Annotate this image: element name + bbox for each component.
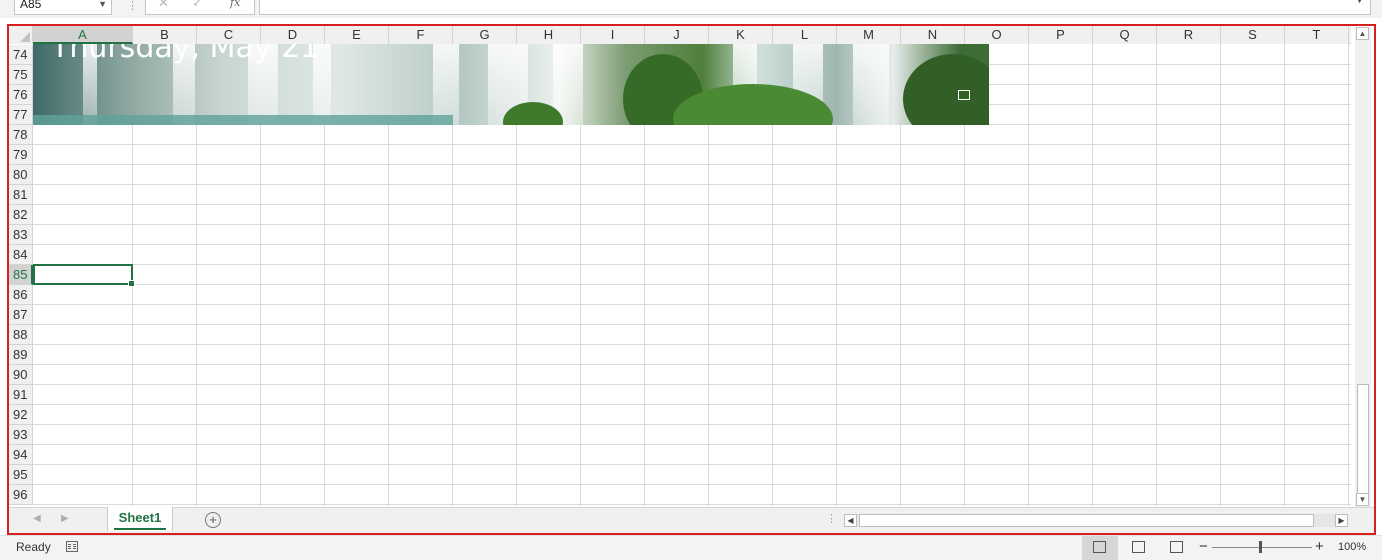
row-header-76[interactable]: 76	[9, 85, 33, 105]
status-ready: Ready	[16, 540, 51, 554]
normal-view-button[interactable]	[1082, 536, 1118, 560]
column-header-o[interactable]: O	[965, 26, 1029, 44]
column-header-p[interactable]: P	[1029, 26, 1093, 44]
zoom-slider[interactable]	[1212, 547, 1312, 548]
row-header-75[interactable]: 75	[9, 65, 33, 85]
normal-view-icon	[1093, 541, 1106, 553]
row-header-91[interactable]: 91	[9, 385, 33, 405]
row-header-78[interactable]: 78	[9, 125, 33, 145]
zoom-slider-thumb[interactable]	[1259, 541, 1262, 553]
row-header-86[interactable]: 86	[9, 285, 33, 305]
zoom-plus-icon[interactable]: +	[1315, 538, 1324, 555]
column-header-n[interactable]: N	[901, 26, 965, 44]
horizontal-scrollbar[interactable]: ◀ ▶	[844, 514, 1348, 527]
row-header-95[interactable]: 95	[9, 465, 33, 485]
row-header-84[interactable]: 84	[9, 245, 33, 265]
horizontal-scroll-thumb[interactable]	[859, 514, 1314, 527]
name-box[interactable]: A85 ▼	[14, 0, 112, 15]
page-break-preview-button[interactable]	[1159, 536, 1195, 560]
row-header-81[interactable]: 81	[9, 185, 33, 205]
active-cell-selection[interactable]	[33, 264, 135, 287]
chevron-down-icon[interactable]: ▼	[98, 0, 107, 14]
fill-handle[interactable]	[128, 280, 135, 287]
column-header-g[interactable]: G	[453, 26, 517, 44]
row-header-85[interactable]: 85	[9, 265, 33, 285]
page-break-icon	[1170, 541, 1183, 553]
row-header-80[interactable]: 80	[9, 165, 33, 185]
enter-icon[interactable]: ✓	[192, 0, 203, 11]
scroll-down-icon[interactable]: ▼	[1356, 493, 1369, 506]
row-header-87[interactable]: 87	[9, 305, 33, 325]
column-header-d[interactable]: D	[261, 26, 325, 44]
formula-bar: A85 ▼ ⋮ ✕ ✓ fx ▼	[0, 0, 1382, 18]
column-header-k[interactable]: K	[709, 26, 773, 44]
formula-input[interactable]: ▼	[259, 0, 1371, 15]
header-image-banner[interactable]: Thursday, May 21	[33, 44, 989, 125]
row-header-93[interactable]: 93	[9, 425, 33, 445]
formula-buttons: ✕ ✓ fx	[145, 0, 255, 15]
column-header-l[interactable]: L	[773, 26, 837, 44]
row-header-82[interactable]: 82	[9, 205, 33, 225]
formula-bar-splitter[interactable]: ⋮	[127, 0, 138, 12]
column-header-b[interactable]: B	[133, 26, 197, 44]
cancel-icon[interactable]: ✕	[158, 0, 169, 11]
row-header-94[interactable]: 94	[9, 445, 33, 465]
row-header-77[interactable]: 77	[9, 105, 33, 125]
vertical-scroll-thumb[interactable]	[1357, 384, 1369, 494]
column-header-c[interactable]: C	[197, 26, 261, 44]
column-header-j[interactable]: J	[645, 26, 709, 44]
tab-splitter[interactable]: ⋮	[826, 512, 837, 525]
row-header-89[interactable]: 89	[9, 345, 33, 365]
column-header-m[interactable]: M	[837, 26, 901, 44]
status-bar: Ready − + 100%	[0, 535, 1382, 560]
row-header-74[interactable]: 74	[9, 45, 33, 65]
column-header-f[interactable]: F	[389, 26, 453, 44]
column-header-e[interactable]: E	[325, 26, 389, 44]
page-layout-icon	[1132, 541, 1145, 553]
scroll-left-icon[interactable]: ◀	[844, 514, 857, 527]
row-header-83[interactable]: 83	[9, 225, 33, 245]
sheet-tabs-bar: ◀ ▶ Sheet1 + ⋮ ◀ ▶	[9, 507, 1374, 533]
image-layout-options-icon[interactable]	[958, 90, 970, 100]
row-header-92[interactable]: 92	[9, 405, 33, 425]
function-icon[interactable]: fx	[230, 0, 240, 9]
page-layout-view-button[interactable]	[1121, 536, 1157, 560]
tab-scroll-right-icon[interactable]: ▶	[61, 513, 69, 524]
macro-recording-icon[interactable]	[66, 541, 78, 552]
select-all-button[interactable]	[9, 26, 33, 44]
expand-formula-bar-icon[interactable]: ▼	[1355, 0, 1364, 5]
column-header-h[interactable]: H	[517, 26, 581, 44]
row-header-90[interactable]: 90	[9, 365, 33, 385]
row-header-79[interactable]: 79	[9, 145, 33, 165]
scroll-right-icon[interactable]: ▶	[1335, 514, 1348, 527]
row-header-88[interactable]: 88	[9, 325, 33, 345]
tab-sheet1[interactable]: Sheet1	[107, 507, 173, 531]
column-header-r[interactable]: R	[1157, 26, 1221, 44]
row-header-96[interactable]: 96	[9, 485, 33, 505]
tab-scroll-left-icon[interactable]: ◀	[33, 513, 41, 524]
zoom-minus-icon[interactable]: −	[1199, 538, 1208, 555]
column-header-q[interactable]: Q	[1093, 26, 1157, 44]
column-header-i[interactable]: I	[581, 26, 645, 44]
vertical-scrollbar[interactable]: ▲ ▼	[1355, 27, 1371, 507]
banner-date-text: Thursday, May 21	[51, 44, 320, 65]
sheet-tab-label: Sheet1	[118, 510, 162, 525]
column-header-t[interactable]: T	[1285, 26, 1349, 44]
zoom-level[interactable]: 100%	[1338, 541, 1366, 553]
column-header-s[interactable]: S	[1221, 26, 1285, 44]
scroll-up-icon[interactable]: ▲	[1356, 27, 1369, 40]
add-sheet-icon[interactable]: +	[205, 512, 221, 528]
column-header-a[interactable]: A	[33, 26, 133, 44]
name-box-value: A85	[20, 0, 42, 11]
